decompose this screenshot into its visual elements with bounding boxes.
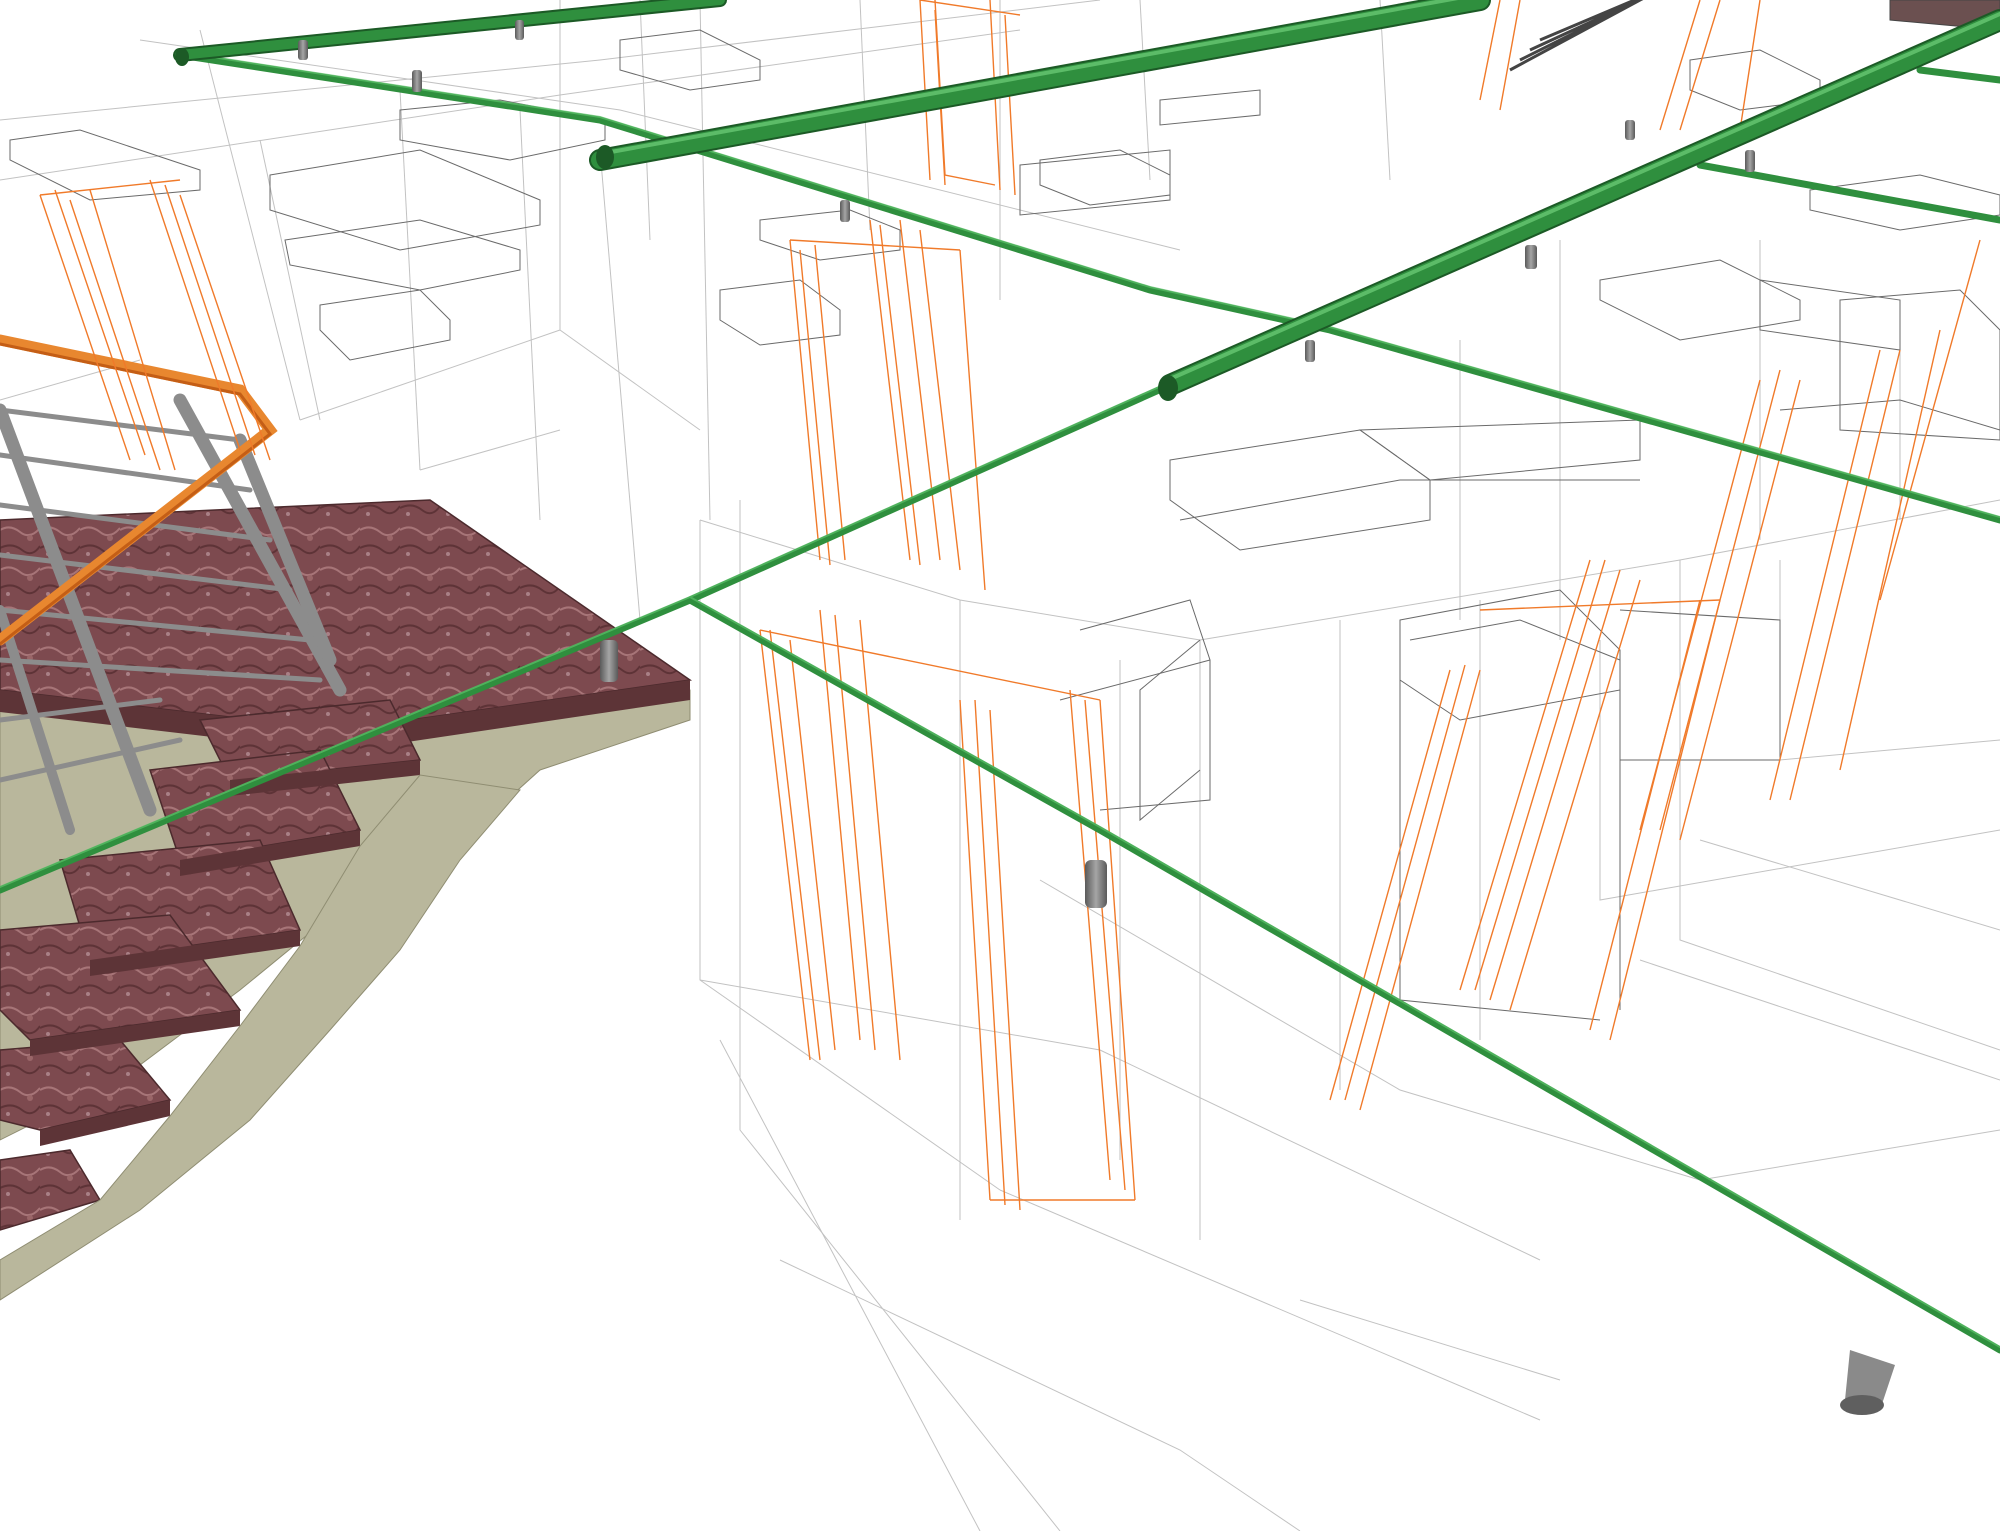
door-frame <box>1639 239 1981 841</box>
sprinkler-drop <box>600 640 618 682</box>
sprinkler-drop <box>412 70 422 92</box>
door-frame <box>759 609 1136 1211</box>
pipe-end <box>1158 375 1178 401</box>
sprinkler-drop <box>840 200 850 222</box>
branch-pipe <box>1916 66 2000 84</box>
branch-pipe <box>686 596 2000 1354</box>
branch-pipe <box>1696 161 2000 224</box>
sprinkler-drop <box>515 20 524 40</box>
sprinkler-drop <box>1745 150 1755 172</box>
door-frame <box>789 219 986 591</box>
pipe-end <box>596 145 614 169</box>
sprinkler-drop <box>1085 860 1107 908</box>
sprinkler-drop <box>1625 120 1635 140</box>
sprinkler-drop <box>1525 245 1537 269</box>
bim-scene <box>0 0 2000 1531</box>
pipe-end <box>175 48 189 66</box>
door-frame <box>1329 559 1721 1111</box>
door-frame <box>39 179 271 471</box>
sprinkler-drop <box>1840 1350 1895 1415</box>
sprinkler-drop <box>298 40 308 60</box>
branch-pipe <box>176 51 2000 524</box>
sprinkler-drop <box>1305 340 1315 362</box>
